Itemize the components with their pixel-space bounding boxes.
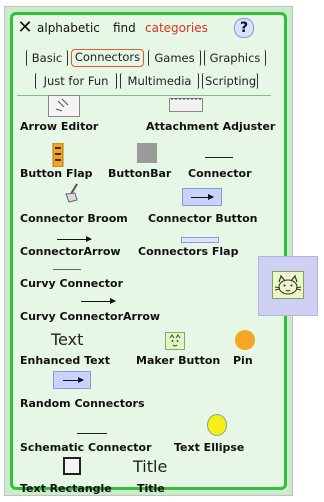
schematic-connector-label: Schematic Connector	[20, 441, 152, 454]
button-flap-thumbnail[interactable]	[52, 143, 64, 167]
tab-just-for-fun[interactable]: Just for Fun	[35, 73, 117, 89]
buttonbar-label: ButtonBar	[108, 167, 172, 180]
curvy-connector-thumbnail[interactable]	[53, 269, 81, 270]
attachment-adjuster-thumbnail[interactable]	[169, 95, 203, 113]
attachment-adjuster-label: Attachment Adjuster	[146, 120, 276, 133]
enhanced-text-sample[interactable]: Text	[51, 330, 83, 349]
curvy-connector-arrow-thumbnail[interactable]	[81, 298, 116, 304]
random-connectors-label: Random Connectors	[20, 397, 145, 410]
curvy-connector-arrow-label: Curvy ConnectorArrow	[20, 310, 161, 323]
tab-games[interactable]: Games	[148, 50, 201, 66]
maker-button-thumbnail[interactable]	[165, 332, 185, 350]
arrow-editor-thumbnail[interactable]	[48, 95, 80, 117]
alphabetic-toggle[interactable]: alphabetic	[37, 18, 100, 38]
random-connectors-thumbnail[interactable]	[53, 371, 91, 389]
pin-thumbnail[interactable]	[235, 330, 255, 350]
parts-bin-flap: ✕ alphabetic find categories ? Basic Con…	[4, 6, 293, 496]
text-rectangle-label: Text Rectangle	[20, 482, 112, 495]
broom-icon[interactable]	[63, 182, 83, 204]
connectors-flap-label: Connectors Flap	[138, 245, 239, 258]
text-rectangle-thumbnail[interactable]	[63, 457, 81, 475]
find-toggle[interactable]: find	[113, 18, 136, 38]
title-label: Title	[137, 482, 165, 495]
text-ellipse-thumbnail[interactable]	[207, 414, 227, 436]
enhanced-text-label: Enhanced Text	[20, 354, 110, 367]
tab-graphics[interactable]: Graphics	[204, 50, 266, 66]
close-icon[interactable]: ✕	[17, 18, 33, 38]
buttonbar-thumbnail[interactable]	[137, 143, 157, 163]
connector-button-label: Connector Button	[148, 212, 258, 225]
connector-thumbnail[interactable]	[205, 157, 233, 158]
tab-connectors[interactable]: Connectors	[71, 49, 144, 67]
help-icon[interactable]: ?	[234, 18, 254, 38]
text-ellipse-label: Text Ellipse	[174, 441, 245, 454]
tab-basic[interactable]: Basic	[26, 50, 68, 66]
button-flap-label: Button Flap	[20, 167, 93, 180]
maker-button-label: Maker Button	[136, 354, 221, 367]
curvy-connector-label: Curvy Connector	[20, 277, 124, 290]
connectors-flap-thumbnail[interactable]	[181, 237, 219, 243]
schematic-connector-thumbnail[interactable]	[77, 433, 107, 434]
tab-scripting[interactable]: Scripting	[202, 73, 258, 89]
tab-multimedia[interactable]: Multimedia	[120, 73, 199, 89]
categories-toggle[interactable]: categories	[145, 18, 208, 38]
title-sample[interactable]: Title	[133, 457, 167, 476]
cat-icon	[272, 271, 304, 299]
connector-broom-label: Connector Broom	[20, 212, 128, 225]
pin-label: Pin	[233, 354, 253, 367]
connector-label: Connector	[188, 167, 252, 180]
dragged-morph[interactable]	[258, 256, 318, 316]
connector-arrow-label: ConnectorArrow	[20, 245, 121, 258]
arrow-editor-label: Arrow Editor	[20, 120, 99, 133]
connector-arrow-thumbnail[interactable]	[57, 236, 92, 242]
connector-button-thumbnail[interactable]	[182, 188, 222, 206]
